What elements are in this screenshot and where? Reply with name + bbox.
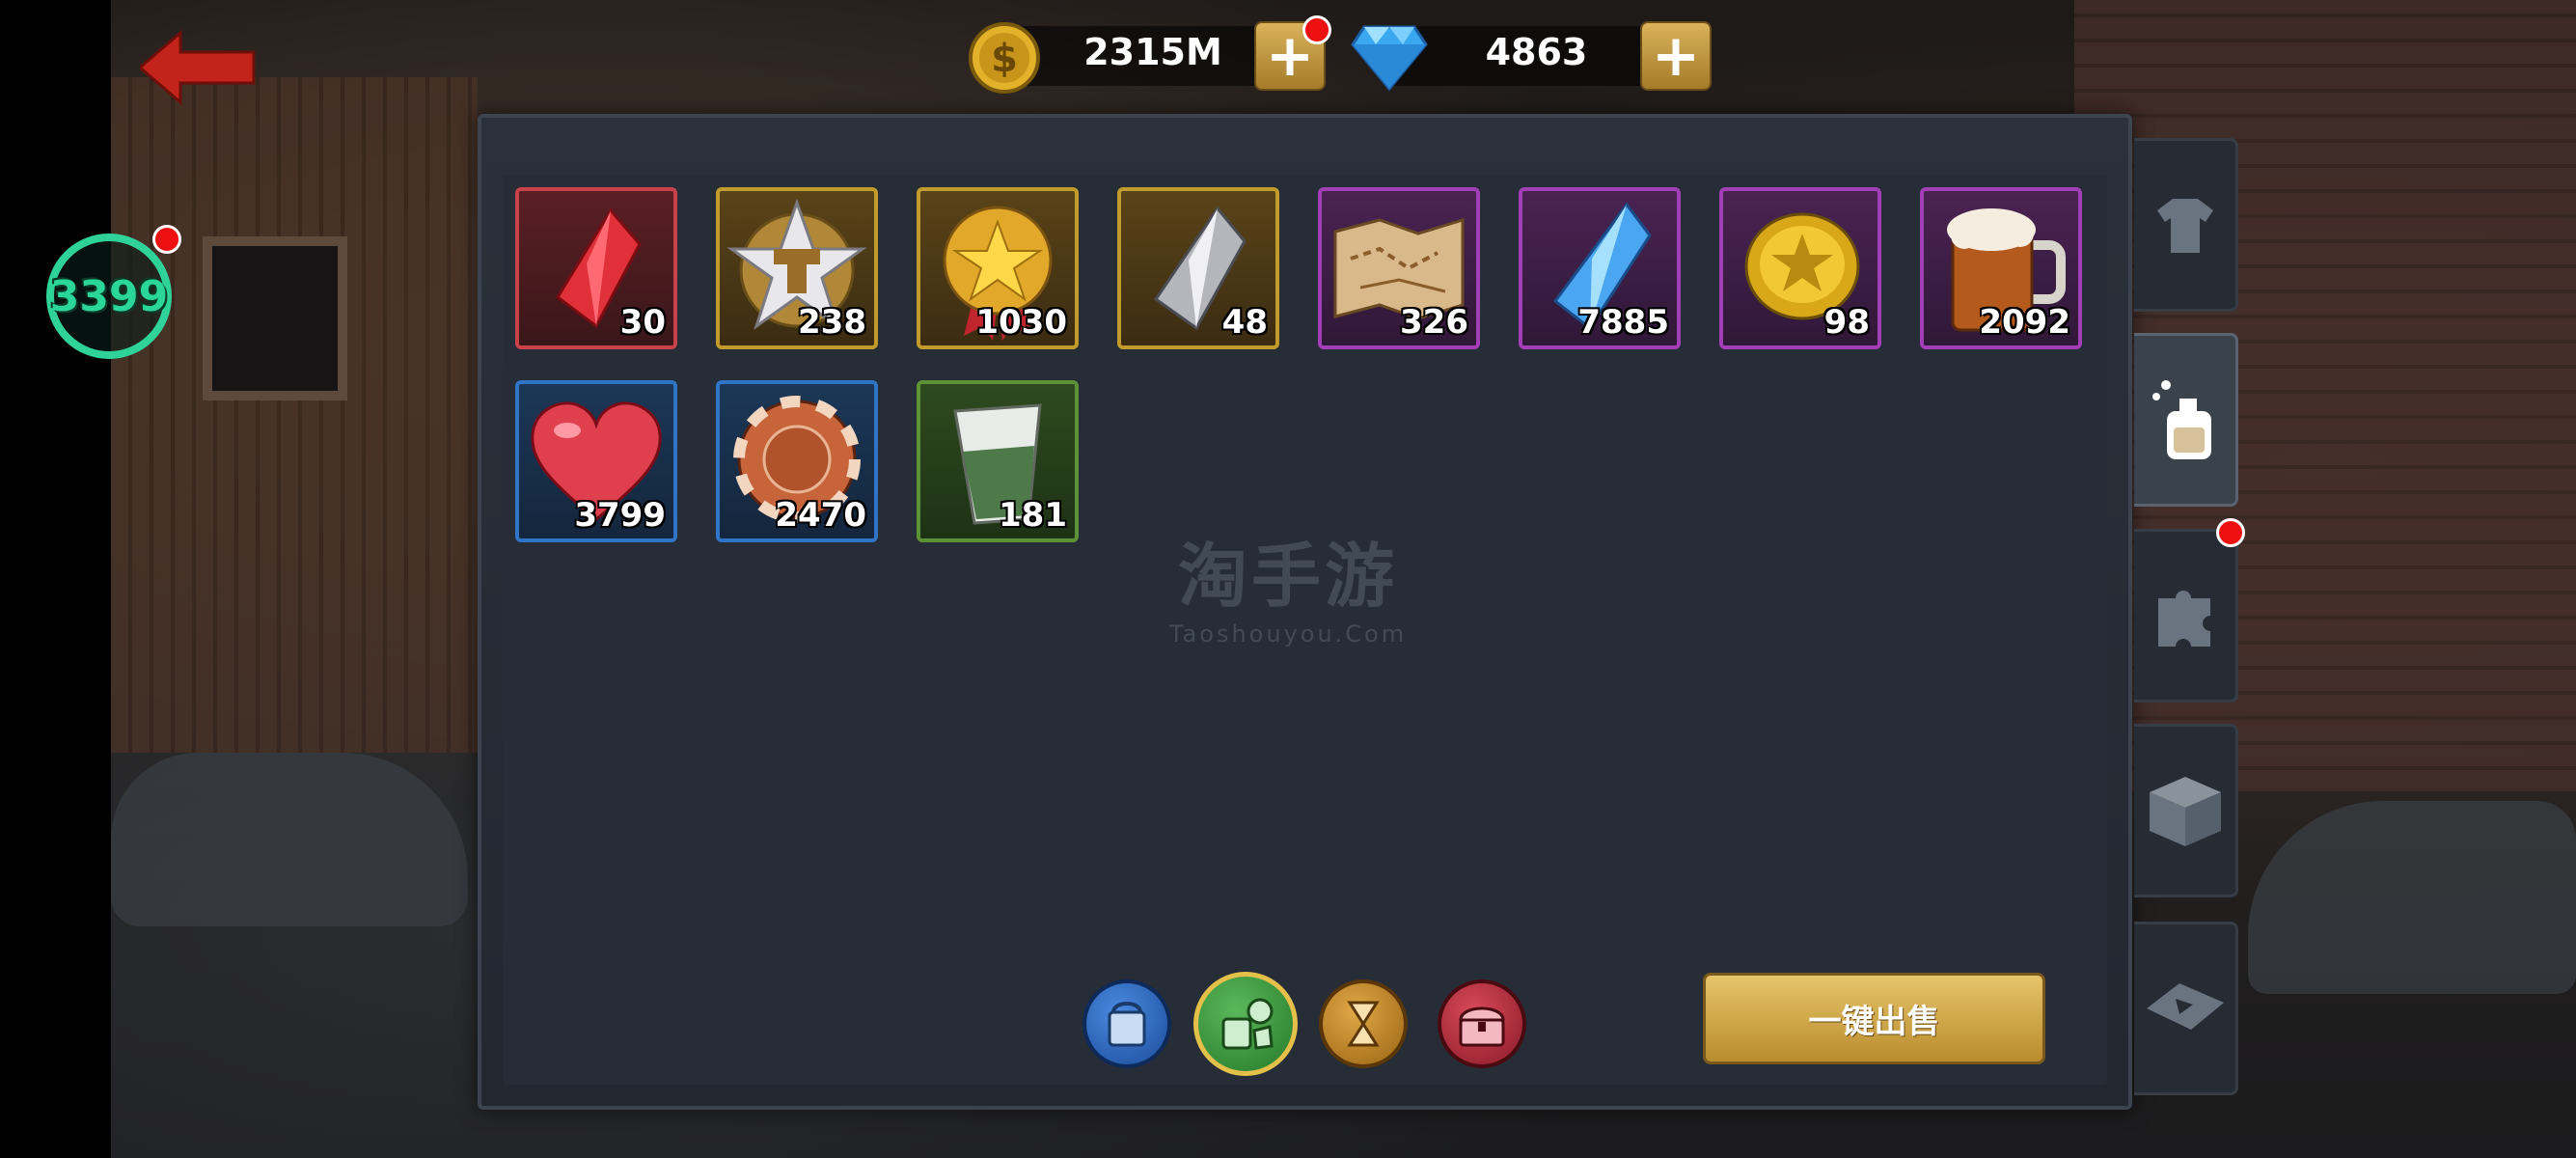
gem-amount: 4863 [1485, 31, 1588, 73]
plus-icon: + [1651, 22, 1701, 90]
filter-button-consumables[interactable] [1193, 972, 1298, 1076]
level-value: 3399 [49, 271, 169, 321]
item-quantity: 181 [999, 496, 1067, 535]
background-window [203, 236, 347, 400]
gold-amount: 2315M [1083, 31, 1222, 73]
item-slot-beer-mug[interactable]: 2092 [1920, 187, 2082, 349]
potion-icon [2151, 380, 2211, 459]
diamond-icon [1351, 23, 1428, 95]
item-quantity: 30 [619, 303, 666, 342]
gold-notification-dot [1302, 15, 1331, 44]
back-arrow-icon [137, 29, 256, 106]
add-gems-button[interactable]: + [1640, 21, 1712, 91]
tab-boxes[interactable] [2134, 724, 2238, 897]
item-slot-red-crystal[interactable]: 30 [515, 187, 677, 349]
gift-bag-icon [1108, 1002, 1146, 1047]
background-car-left [111, 753, 468, 926]
hourglass-icon [1347, 1001, 1380, 1047]
item-quantity: 48 [1221, 303, 1268, 342]
ticket-icon [2146, 983, 2224, 1030]
gold-coin-icon: $ [968, 21, 1041, 98]
item-quantity: 326 [1400, 303, 1468, 342]
level-badge[interactable]: 3399 [46, 234, 172, 359]
item-slot-gold-star-medal[interactable]: 1030 [917, 187, 1079, 349]
item-slot-treasure-map[interactable]: 326 [1318, 187, 1480, 349]
puzzle-icon [2157, 591, 2210, 647]
item-quantity: 3799 [574, 496, 666, 535]
item-slot-silver-star-medal[interactable]: 238 [716, 187, 878, 349]
tab-fragments[interactable] [2134, 529, 2238, 703]
shirt-icon [2156, 199, 2213, 253]
tab-items[interactable] [2134, 333, 2238, 507]
tab-equipment[interactable] [2134, 138, 2238, 312]
item-slot-poker-chip[interactable]: 2470 [716, 380, 878, 542]
background-house [111, 77, 478, 753]
item-slot-silver-crystal[interactable]: 48 [1117, 187, 1279, 349]
filter-button-gifts[interactable] [1082, 979, 1171, 1068]
level-notification-dot [152, 225, 181, 254]
filter-button-time[interactable] [1319, 979, 1408, 1068]
item-slot-shot-glass[interactable]: 181 [917, 380, 1079, 542]
item-quantity: 1030 [975, 303, 1067, 342]
item-quantity: 238 [798, 303, 866, 342]
item-quantity: 2470 [775, 496, 866, 535]
filter-button-chests[interactable] [1438, 979, 1526, 1068]
consumables-icon [1221, 998, 1274, 1050]
item-quantity: 98 [1823, 303, 1870, 342]
item-quantity: 7885 [1577, 303, 1669, 342]
svg-text:$: $ [991, 37, 1018, 81]
treasure-chest-icon [1459, 1006, 1505, 1047]
sell-all-button[interactable]: 一键出售 [1703, 973, 2045, 1064]
box-icon [2149, 777, 2221, 846]
back-button[interactable] [137, 29, 256, 106]
item-slot-blue-crystal[interactable]: 7885 [1519, 187, 1681, 349]
item-quantity: 2092 [1979, 303, 2070, 342]
item-slot-gold-coin[interactable]: 98 [1719, 187, 1881, 349]
item-slot-heart[interactable]: 3799 [515, 380, 677, 542]
fragments-notification-dot [2216, 518, 2245, 547]
tab-tickets[interactable] [2134, 922, 2238, 1095]
